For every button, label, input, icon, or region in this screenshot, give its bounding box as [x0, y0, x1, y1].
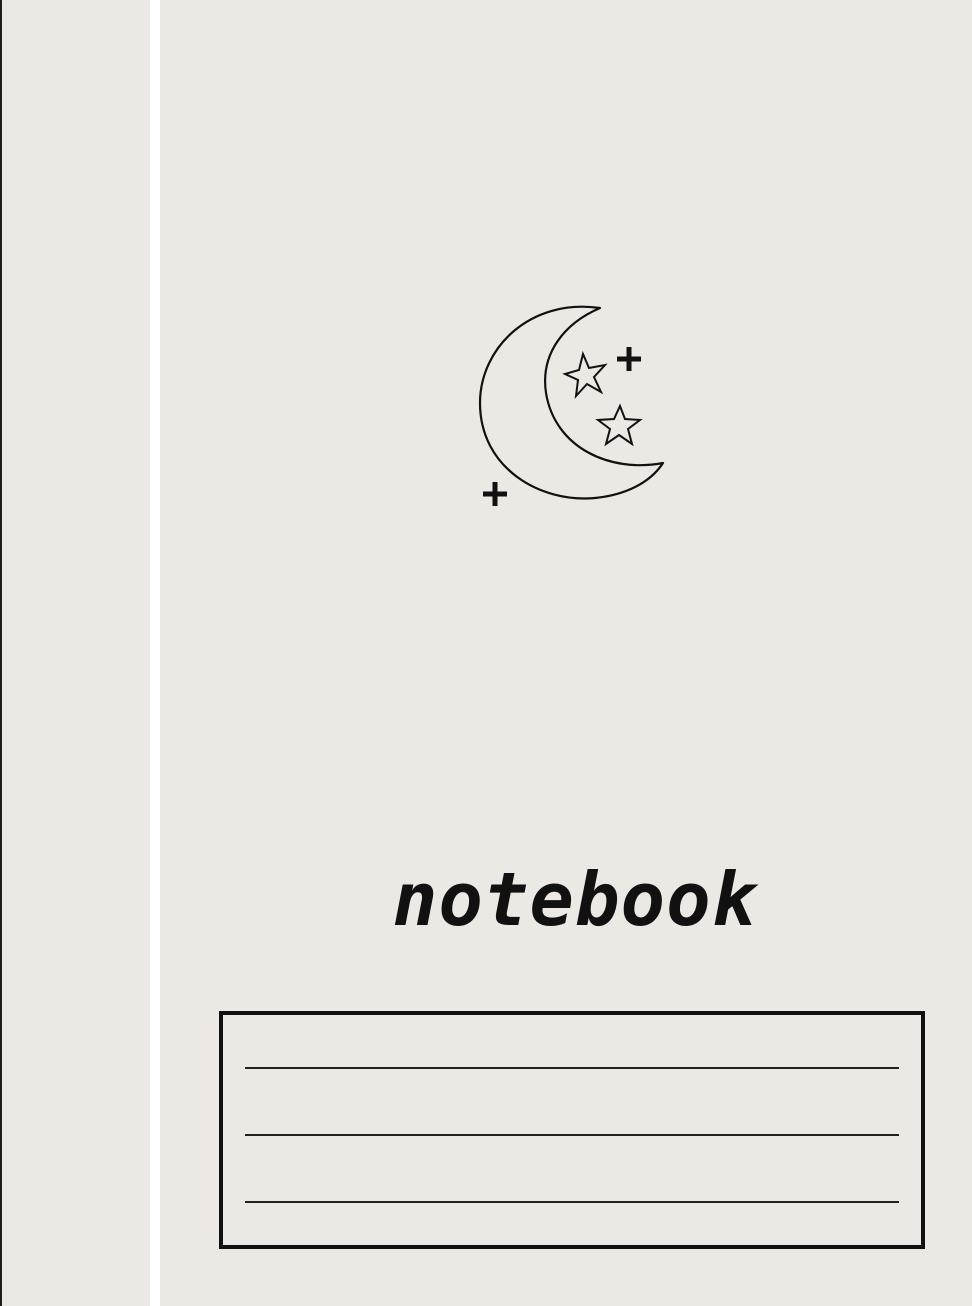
notebook-cover: notebook: [0, 0, 972, 1306]
name-label-box: [219, 1011, 925, 1249]
plus-sparkle-icon: [617, 347, 641, 371]
crescent-moon-icon: [478, 305, 665, 500]
spine-gap-stripe: [150, 0, 160, 1306]
plus-sparkle-icon: [483, 482, 507, 506]
label-writing-line: [245, 1067, 899, 1069]
outline-star-icon: [562, 350, 608, 399]
cover-title: notebook: [392, 857, 758, 943]
outline-star-icon: [595, 403, 643, 447]
label-writing-line: [245, 1201, 899, 1203]
label-writing-line: [245, 1134, 899, 1136]
crescent-moon-with-stars-icon: [478, 305, 665, 506]
cover-left-edge-line: [0, 0, 2, 1306]
